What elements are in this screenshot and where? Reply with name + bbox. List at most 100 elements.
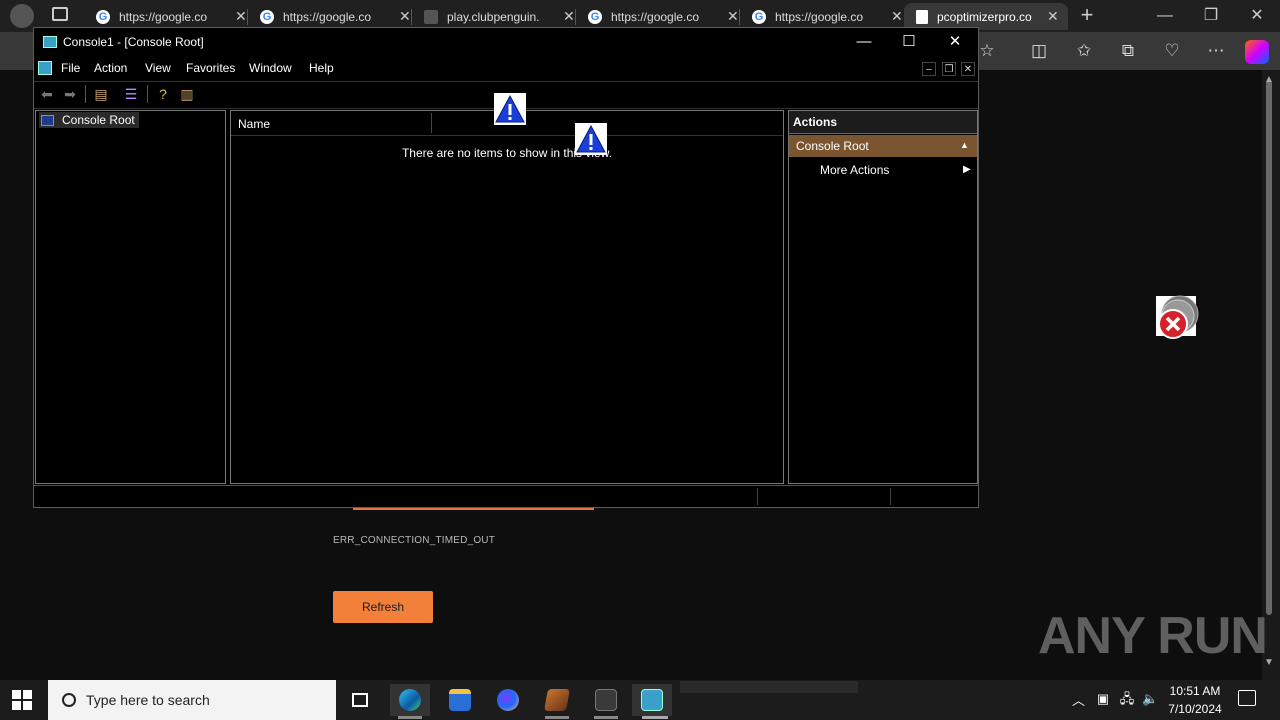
anyrun-watermark: ANY RUN [1038,607,1268,665]
edge-icon [399,689,421,711]
app-taskbar-icon[interactable] [586,684,626,716]
scrollbar-thumb[interactable] [1266,80,1272,615]
export-list-icon[interactable]: ☰ [122,85,140,103]
submenu-arrow-icon: ▶ [963,164,971,175]
mmc-icon [641,689,663,711]
meet-now-icon[interactable]: ▣ [1095,691,1111,707]
browser-tab[interactable]: G https://google.co ✕ [248,3,411,30]
show-hide-action-pane-icon[interactable]: ▥ [178,85,196,103]
menu-favorites[interactable]: Favorites [186,61,235,75]
column-header-name[interactable]: Name [238,117,270,131]
forward-arrow-icon[interactable]: ➡ [61,85,79,103]
new-tab-button[interactable]: + [1076,4,1098,26]
collapse-arrow-icon[interactable]: ▲ [960,140,969,150]
back-arrow-icon[interactable]: ⬅ [38,85,56,103]
menu-file[interactable]: File [61,61,80,75]
mmc-maximize-button[interactable]: ☐ [889,30,929,54]
results-pane [230,110,784,484]
clock-date[interactable]: 7/10/2024 [1167,702,1223,716]
help-icon[interactable]: ? [154,85,172,103]
error-icon-cluster [1156,295,1199,339]
more-actions-item[interactable]: More Actions [820,163,889,177]
column-divider[interactable] [431,113,432,133]
running-indicator [642,716,668,719]
status-divider [890,488,891,505]
tree-item-label: Console Root [62,113,135,127]
copilot-icon[interactable] [1245,40,1269,64]
tab-close-icon[interactable]: ✕ [727,8,739,25]
error-code: ERR_CONNECTION_TIMED_OUT [333,535,496,546]
console-document-icon[interactable] [38,61,52,75]
menu-window[interactable]: Window [249,61,292,75]
tab-actions-icon[interactable] [52,7,68,21]
running-indicator [545,716,569,719]
menu-view[interactable]: View [145,61,171,75]
taskbar-progress-area [680,681,858,693]
mmc-minimize-button[interactable]: — [844,30,884,54]
browser-tab[interactable]: G https://google.co ✕ [84,3,247,30]
network-icon[interactable]: 🖧 [1119,691,1135,707]
tab-close-icon[interactable]: ✕ [1047,8,1059,25]
taskbar-search-box[interactable]: Type here to search [48,680,336,720]
tab-title: https://google.co [283,9,372,24]
favorites-icon[interactable]: ✩ [1073,40,1095,62]
tab-title: pcoptimizerpro.co [937,9,1032,24]
scroll-up-arrow-icon[interactable]: ▲ [1264,74,1274,85]
profile-avatar-icon[interactable] [10,4,34,28]
warning-icon [575,123,607,155]
page-icon [424,9,438,24]
tab-close-icon[interactable]: ✕ [235,8,247,25]
menu-action[interactable]: Action [94,61,127,75]
show-hidden-icons-chevron-icon[interactable]: ︿ [1072,690,1085,709]
refresh-button[interactable]: Refresh [333,591,433,623]
mmc-taskbar-icon[interactable] [632,684,672,716]
mmc-close-button[interactable]: ✕ [935,30,975,54]
tab-close-icon[interactable]: ✕ [563,8,575,25]
tree-item-console-root[interactable]: Console Root [39,112,139,128]
folder-icon [41,114,54,126]
toolbar-separator [147,85,148,103]
edge-taskbar-icon[interactable] [390,684,430,716]
search-icon [62,693,76,707]
mmc-status-bar [34,485,978,508]
app-taskbar-icon[interactable] [537,684,577,716]
browser-essentials-icon[interactable]: ♡ [1161,40,1183,62]
link-underline [353,508,594,510]
favorite-star-icon[interactable]: ☆ [976,40,998,62]
browser-tab[interactable]: play.clubpenguin. ✕ [412,3,575,30]
browser-restore-button[interactable]: ❐ [1188,0,1234,32]
browser-minimize-button[interactable]: — [1142,0,1188,32]
actions-title: Actions [793,115,838,129]
notification-icon[interactable] [1238,690,1256,706]
firefox-icon [497,689,519,711]
browser-tab-active[interactable]: pcoptimizerpro.co ✕ [904,3,1068,30]
show-hide-console-tree-icon[interactable]: ▤ [92,85,110,103]
menu-help[interactable]: Help [309,61,334,75]
google-icon: G [588,9,602,24]
document-icon [916,9,928,24]
google-icon: G [260,9,274,24]
browser-tab[interactable]: G https://google.co ✕ [740,3,903,30]
browser-tab[interactable]: G https://google.co ✕ [576,3,739,30]
task-view-glyph [352,693,368,707]
more-options-icon[interactable]: ⋯ [1205,40,1227,62]
browser-close-button[interactable]: ✕ [1234,0,1280,32]
split-screen-icon[interactable]: ◫ [1028,40,1050,62]
file-explorer-taskbar-icon[interactable] [440,684,480,716]
status-divider [757,488,758,505]
file-explorer-icon [449,689,471,711]
windows-start-icon[interactable] [12,690,32,710]
volume-icon[interactable]: 🔈 [1142,691,1158,707]
google-icon: G [752,9,766,24]
collections-icon[interactable]: ⧉ [1117,40,1139,62]
clock-time[interactable]: 10:51 AM [1169,684,1221,698]
empty-list-message: There are no items to show in this view. [401,146,613,160]
doc-restore-button[interactable]: ❐ [942,62,956,76]
doc-close-button[interactable]: ✕ [961,62,975,76]
firefox-taskbar-icon[interactable] [488,684,528,716]
doc-minimize-button[interactable]: – [922,62,936,76]
tab-close-icon[interactable]: ✕ [891,8,903,25]
monitor-icon [595,689,617,711]
tab-close-icon[interactable]: ✕ [399,8,411,25]
task-view-icon[interactable] [340,684,380,716]
